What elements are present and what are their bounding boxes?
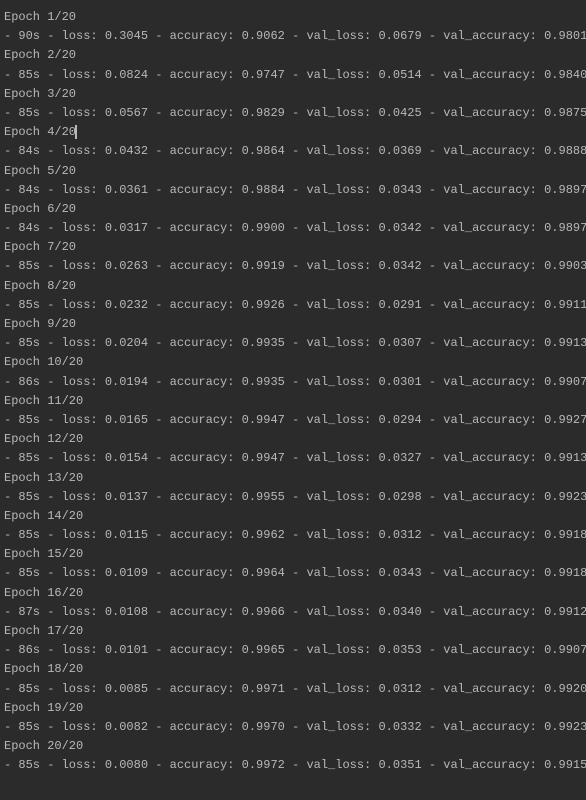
epoch-block: Epoch 17/20 - 86s - loss: 0.0101 - accur…	[4, 622, 582, 660]
epoch-metrics: - 84s - loss: 0.0432 - accuracy: 0.9864 …	[4, 142, 582, 161]
epoch-block: Epoch 13/20 - 85s - loss: 0.0137 - accur…	[4, 469, 582, 507]
text-cursor	[75, 125, 77, 139]
epoch-metrics: - 90s - loss: 0.3045 - accuracy: 0.9062 …	[4, 27, 582, 46]
epoch-header: Epoch 3/20	[4, 85, 582, 104]
epoch-header: Epoch 9/20	[4, 315, 582, 334]
epoch-metrics: - 85s - loss: 0.0115 - accuracy: 0.9962 …	[4, 526, 582, 545]
epoch-block: Epoch 7/20 - 85s - loss: 0.0263 - accura…	[4, 238, 582, 276]
epoch-block: Epoch 4/20 - 84s - loss: 0.0432 - accura…	[4, 123, 582, 161]
epoch-block: Epoch 16/20 - 87s - loss: 0.0108 - accur…	[4, 584, 582, 622]
epoch-metrics: - 84s - loss: 0.0361 - accuracy: 0.9884 …	[4, 181, 582, 200]
epoch-metrics: - 85s - loss: 0.0154 - accuracy: 0.9947 …	[4, 449, 582, 468]
epoch-metrics: - 85s - loss: 0.0085 - accuracy: 0.9971 …	[4, 680, 582, 699]
epoch-header: Epoch 14/20	[4, 507, 582, 526]
epoch-header: Epoch 12/20	[4, 430, 582, 449]
epoch-block: Epoch 19/20 - 85s - loss: 0.0082 - accur…	[4, 699, 582, 737]
epoch-metrics: - 85s - loss: 0.0232 - accuracy: 0.9926 …	[4, 296, 582, 315]
epoch-block: Epoch 11/20 - 85s - loss: 0.0165 - accur…	[4, 392, 582, 430]
epoch-block: Epoch 10/20 - 86s - loss: 0.0194 - accur…	[4, 353, 582, 391]
epoch-header: Epoch 13/20	[4, 469, 582, 488]
epoch-header: Epoch 19/20	[4, 699, 582, 718]
epoch-metrics: - 87s - loss: 0.0108 - accuracy: 0.9966 …	[4, 603, 582, 622]
training-log-output: Epoch 1/20 - 90s - loss: 0.3045 - accura…	[4, 8, 582, 776]
epoch-header: Epoch 17/20	[4, 622, 582, 641]
epoch-header: Epoch 8/20	[4, 277, 582, 296]
epoch-metrics: - 85s - loss: 0.0567 - accuracy: 0.9829 …	[4, 104, 582, 123]
epoch-block: Epoch 14/20 - 85s - loss: 0.0115 - accur…	[4, 507, 582, 545]
epoch-metrics: - 85s - loss: 0.0204 - accuracy: 0.9935 …	[4, 334, 582, 353]
epoch-header: Epoch 20/20	[4, 737, 582, 756]
epoch-header: Epoch 6/20	[4, 200, 582, 219]
epoch-header: Epoch 16/20	[4, 584, 582, 603]
epoch-metrics: - 85s - loss: 0.0137 - accuracy: 0.9955 …	[4, 488, 582, 507]
epoch-block: Epoch 5/20 - 84s - loss: 0.0361 - accura…	[4, 162, 582, 200]
epoch-metrics: - 85s - loss: 0.0082 - accuracy: 0.9970 …	[4, 718, 582, 737]
epoch-block: Epoch 6/20 - 84s - loss: 0.0317 - accura…	[4, 200, 582, 238]
epoch-block: Epoch 18/20 - 85s - loss: 0.0085 - accur…	[4, 660, 582, 698]
epoch-block: Epoch 8/20 - 85s - loss: 0.0232 - accura…	[4, 277, 582, 315]
epoch-header: Epoch 11/20	[4, 392, 582, 411]
epoch-header: Epoch 10/20	[4, 353, 582, 372]
epoch-header: Epoch 4/20	[4, 123, 582, 142]
epoch-metrics: - 85s - loss: 0.0080 - accuracy: 0.9972 …	[4, 756, 582, 775]
epoch-block: Epoch 3/20 - 85s - loss: 0.0567 - accura…	[4, 85, 582, 123]
epoch-block: Epoch 9/20 - 85s - loss: 0.0204 - accura…	[4, 315, 582, 353]
epoch-header: Epoch 5/20	[4, 162, 582, 181]
epoch-block: Epoch 15/20 - 85s - loss: 0.0109 - accur…	[4, 545, 582, 583]
epoch-header: Epoch 1/20	[4, 8, 582, 27]
epoch-block: Epoch 1/20 - 90s - loss: 0.3045 - accura…	[4, 8, 582, 46]
epoch-block: Epoch 12/20 - 85s - loss: 0.0154 - accur…	[4, 430, 582, 468]
epoch-metrics: - 85s - loss: 0.0263 - accuracy: 0.9919 …	[4, 257, 582, 276]
epoch-metrics: - 85s - loss: 0.0824 - accuracy: 0.9747 …	[4, 66, 582, 85]
epoch-block: Epoch 20/20 - 85s - loss: 0.0080 - accur…	[4, 737, 582, 775]
epoch-metrics: - 85s - loss: 0.0109 - accuracy: 0.9964 …	[4, 564, 582, 583]
epoch-metrics: - 86s - loss: 0.0101 - accuracy: 0.9965 …	[4, 641, 582, 660]
epoch-block: Epoch 2/20 - 85s - loss: 0.0824 - accura…	[4, 46, 582, 84]
epoch-metrics: - 85s - loss: 0.0165 - accuracy: 0.9947 …	[4, 411, 582, 430]
epoch-metrics: - 86s - loss: 0.0194 - accuracy: 0.9935 …	[4, 373, 582, 392]
epoch-header: Epoch 2/20	[4, 46, 582, 65]
epoch-header: Epoch 18/20	[4, 660, 582, 679]
epoch-metrics: - 84s - loss: 0.0317 - accuracy: 0.9900 …	[4, 219, 582, 238]
epoch-header: Epoch 7/20	[4, 238, 582, 257]
epoch-header: Epoch 15/20	[4, 545, 582, 564]
